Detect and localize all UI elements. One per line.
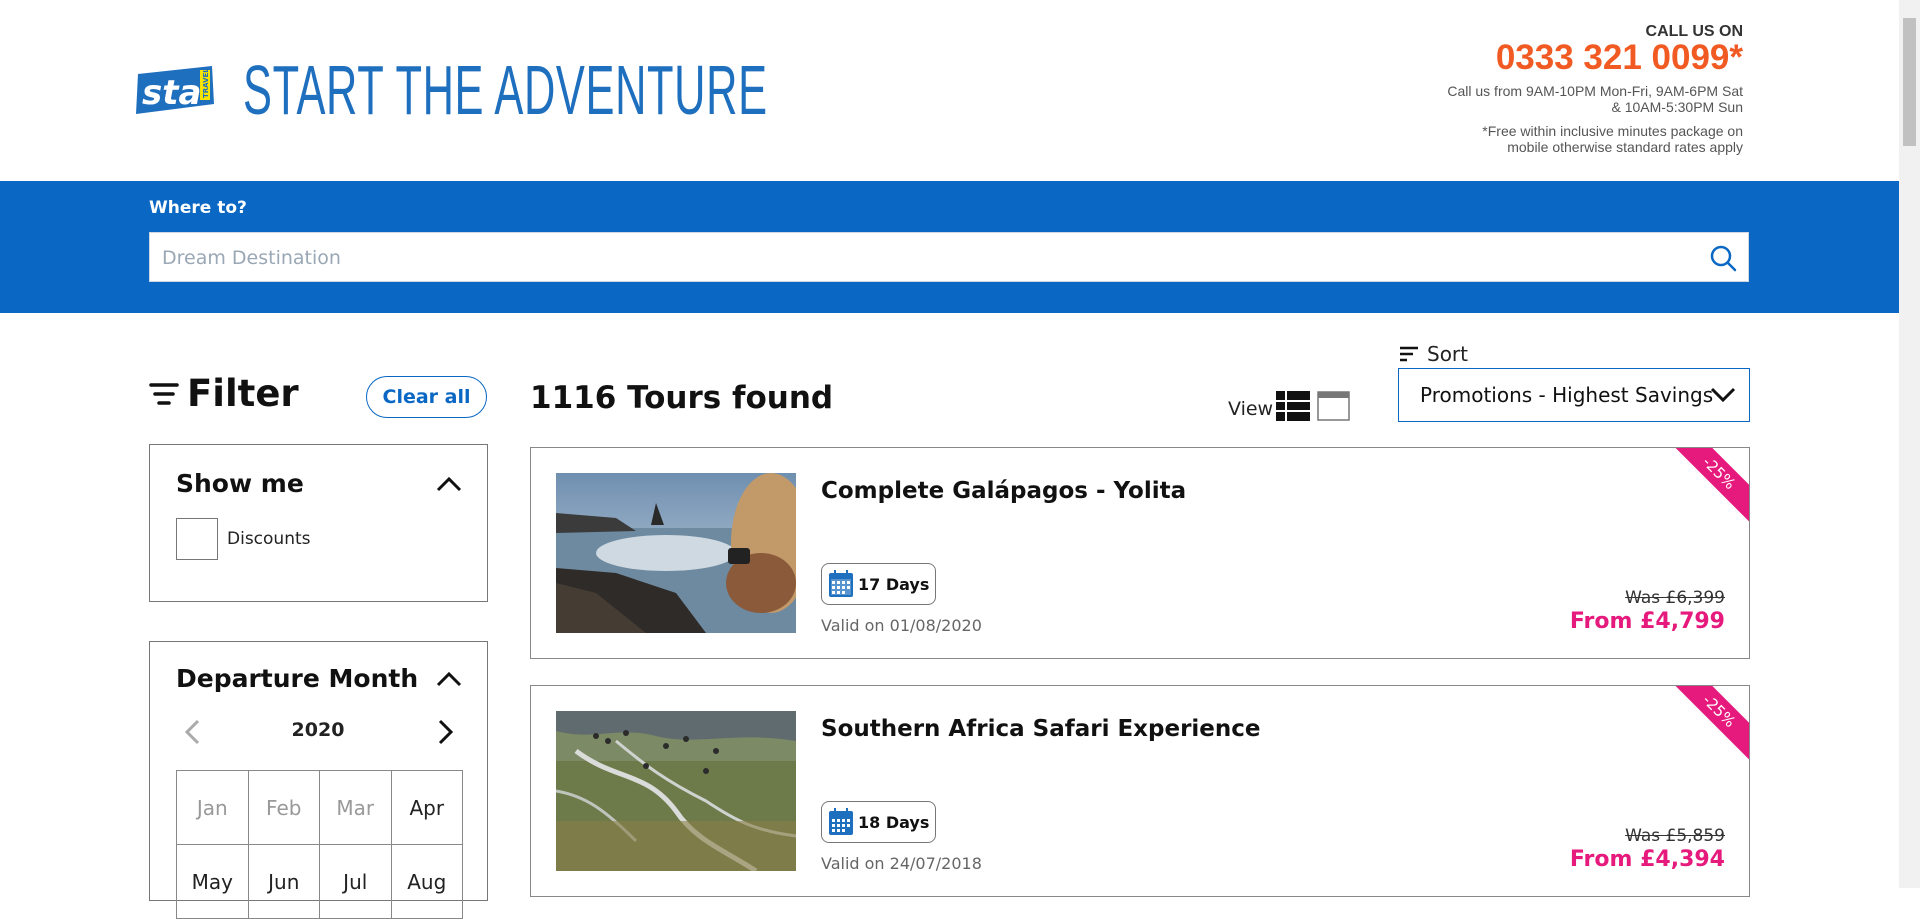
calendar-icon <box>829 570 853 597</box>
search-box <box>149 232 1749 283</box>
chevron-right-icon[interactable] <box>426 715 460 749</box>
tagline: START THE ADVENTURE <box>243 51 768 129</box>
month-jun[interactable]: Jun <box>248 845 320 919</box>
month-may[interactable]: May <box>177 845 249 919</box>
month-mar: Mar <box>320 771 392 845</box>
departure-month-title: Departure Month <box>176 664 419 693</box>
duration-badge: 17 Days <box>821 563 937 605</box>
sort-header: Sort <box>1399 342 1468 366</box>
clear-all-button[interactable]: Clear all <box>366 376 487 418</box>
logo-subtext: TRAVEL <box>202 68 210 98</box>
filter-title: Filter <box>187 372 299 415</box>
departure-month-panel: Departure Month 2020 Jan Feb Mar Apr May… <box>149 641 488 919</box>
opening-hours: Call us from 9AM-10PM Mon-Fri, 9AM-6PM S… <box>1447 83 1743 115</box>
tour-title[interactable]: Southern Africa Safari Experience <box>821 716 1261 742</box>
was-price: Was £6,399 <box>1625 588 1725 608</box>
chevron-down-icon <box>1710 387 1736 403</box>
duration-text: 18 Days <box>858 812 930 832</box>
duration-text: 17 Days <box>858 574 930 594</box>
from-price: From £4,799 <box>1569 609 1725 634</box>
discount-ribbon: -25% <box>1660 686 1749 770</box>
site-header: sta TRAVEL START THE ADVENTURE CALL US O… <box>0 0 1899 181</box>
calendar-icon <box>829 808 853 835</box>
show-me-title: Show me <box>176 469 304 498</box>
month-feb: Feb <box>248 771 320 845</box>
view-label: View <box>1228 398 1274 420</box>
month-grid: Jan Feb Mar Apr May Jun Jul Aug <box>176 770 463 919</box>
phone-number[interactable]: 0333 321 0099* <box>1443 40 1743 75</box>
was-price: Was £5,859 <box>1625 826 1725 846</box>
chevron-up-icon[interactable] <box>435 670 463 688</box>
chevron-up-icon[interactable] <box>435 475 463 493</box>
show-me-panel: Show me Discounts <box>149 444 488 602</box>
sort-label: Sort <box>1427 342 1468 366</box>
tour-card[interactable]: Complete Galápagos - Yolita 17 Days Vali… <box>530 447 1750 659</box>
filter-icon <box>149 382 179 405</box>
month-jul[interactable]: Jul <box>320 845 392 919</box>
sort-selected-value: Promotions - Highest Savings <box>1420 383 1714 407</box>
discounts-label: Discounts <box>227 529 311 549</box>
grid-view-icon[interactable] <box>1317 391 1350 421</box>
contact-block: CALL US ON 0333 321 0099* Call us from 9… <box>1443 23 1743 155</box>
from-price: From £4,394 <box>1569 847 1725 872</box>
duration-badge: 18 Days <box>821 801 937 843</box>
year-label: 2020 <box>291 719 345 741</box>
year-selector: 2020 <box>176 715 460 749</box>
discount-ribbon: -25% <box>1660 448 1749 532</box>
tour-card[interactable]: Southern Africa Safari Experience 18 Day… <box>530 685 1750 897</box>
where-to-label: Where to? <box>149 198 247 218</box>
discounts-checkbox[interactable] <box>176 518 218 560</box>
search-input[interactable] <box>160 233 1684 283</box>
sort-dropdown[interactable]: Promotions - Highest Savings <box>1398 368 1750 422</box>
free-call-note: *Free within inclusive minutes package o… <box>1482 123 1743 155</box>
sta-travel-logo[interactable]: sta TRAVEL <box>134 62 216 120</box>
search-icon[interactable] <box>1708 243 1738 273</box>
filter-header: Filter <box>149 372 299 415</box>
tour-title[interactable]: Complete Galápagos - Yolita <box>821 478 1186 504</box>
page-scrollbar[interactable] <box>1899 0 1920 888</box>
tours-found-count: 1116 Tours found <box>530 380 834 416</box>
scrollbar-thumb[interactable] <box>1903 18 1916 146</box>
sort-icon <box>1400 346 1418 362</box>
month-aug[interactable]: Aug <box>391 845 463 919</box>
valid-date: Valid on 01/08/2020 <box>821 616 982 635</box>
month-jan: Jan <box>177 771 249 845</box>
month-apr[interactable]: Apr <box>391 771 463 845</box>
search-band: Where to? <box>0 181 1899 313</box>
list-view-icon[interactable] <box>1276 391 1310 421</box>
logo-text: sta <box>142 73 201 113</box>
valid-date: Valid on 24/07/2018 <box>821 854 982 873</box>
tour-image-galapagos[interactable] <box>556 473 796 633</box>
tour-image-safari[interactable] <box>556 711 796 871</box>
